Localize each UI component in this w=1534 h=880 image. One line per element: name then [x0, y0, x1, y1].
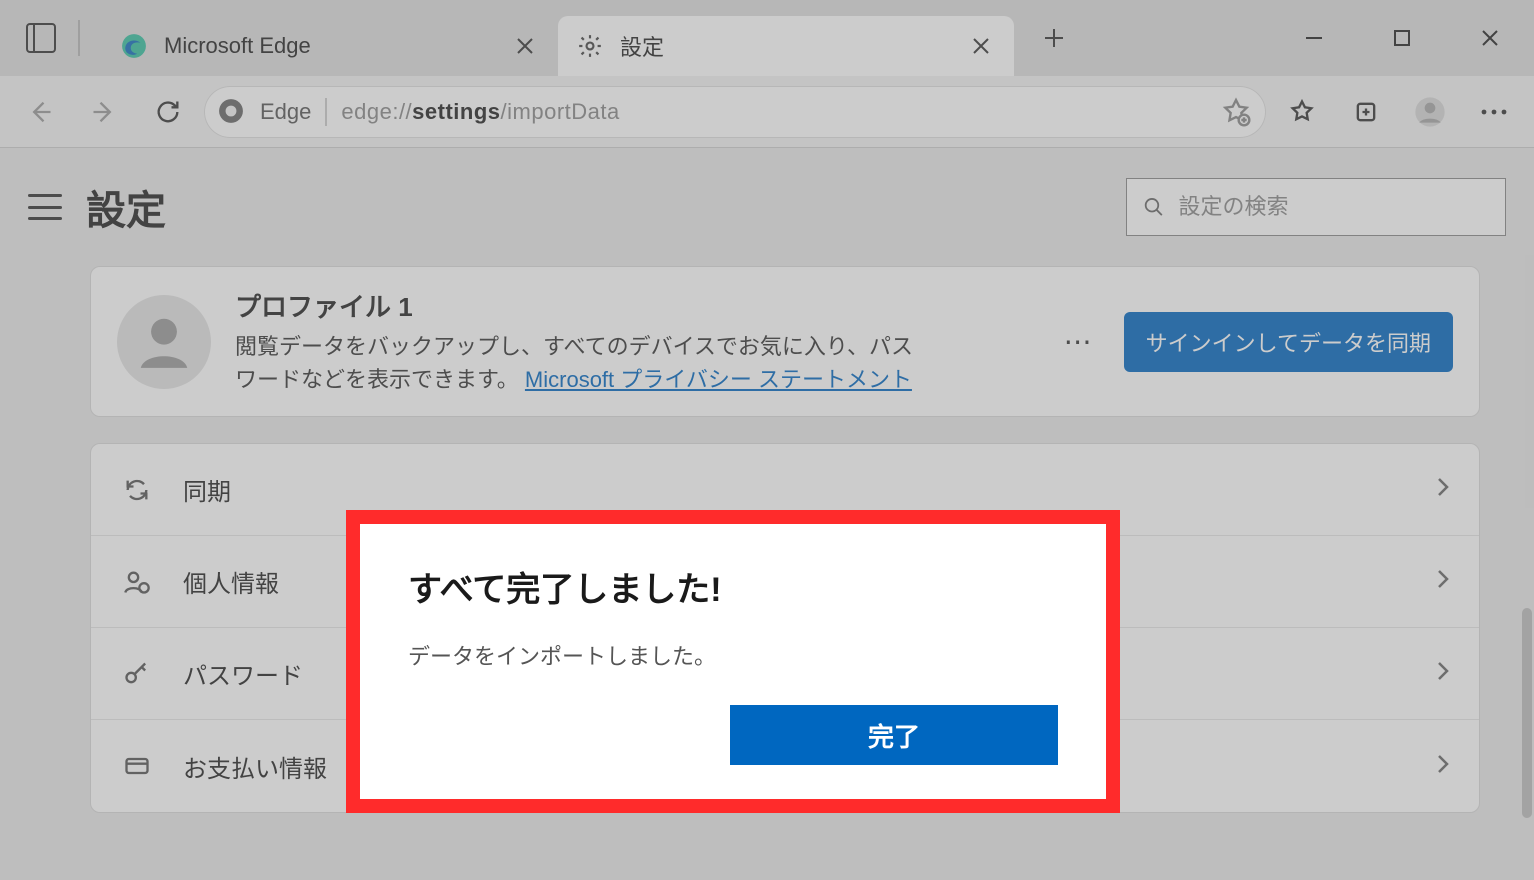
profile-card: プロファイル 1 閲覧データをバックアップし、すべてのデバイスでお気に入り、パス… — [90, 266, 1480, 417]
sync-icon — [119, 476, 155, 504]
profile-name: プロファイル 1 — [235, 287, 1032, 324]
profile-more-button[interactable]: ⋯ — [1056, 325, 1100, 358]
titlebar: Microsoft Edge 設定 — [0, 0, 1534, 76]
profile-button[interactable] — [1402, 84, 1458, 140]
edge-favicon-icon — [120, 32, 148, 60]
edge-logo-icon — [218, 98, 246, 126]
url-part-bold: settings — [412, 99, 500, 124]
favorites-button[interactable] — [1274, 84, 1330, 140]
url-part: /importData — [501, 99, 620, 124]
minimize-button[interactable] — [1270, 0, 1358, 76]
chevron-right-icon — [1435, 659, 1451, 688]
back-button[interactable] — [12, 84, 68, 140]
close-window-button[interactable] — [1446, 0, 1534, 76]
page-title: 設定 — [86, 178, 166, 236]
scrollbar[interactable] — [1522, 608, 1532, 818]
row-label: 同期 — [183, 472, 1407, 507]
forward-button[interactable] — [76, 84, 132, 140]
chevron-right-icon — [1435, 752, 1451, 781]
page-header: 設定 — [0, 148, 1534, 266]
tab-settings[interactable]: 設定 — [558, 16, 1014, 76]
new-tab-button[interactable] — [1032, 16, 1076, 60]
address-bar[interactable]: Edge edge://settings/importData — [204, 86, 1266, 138]
privacy-link[interactable]: Microsoft プライバシー ステートメント — [525, 367, 912, 392]
key-icon — [119, 660, 155, 688]
chevron-right-icon — [1435, 567, 1451, 596]
card-icon — [119, 752, 155, 780]
gear-icon — [576, 32, 604, 60]
person-icon — [119, 568, 155, 596]
window-controls — [1270, 0, 1534, 76]
dialog-body: データをインポートしました。 — [408, 639, 1058, 671]
settings-search-input[interactable] — [1179, 194, 1489, 220]
close-icon[interactable] — [510, 31, 540, 61]
separator — [325, 98, 327, 126]
maximize-button[interactable] — [1358, 0, 1446, 76]
address-url: edge://settings/importData — [341, 99, 619, 125]
done-button[interactable]: 完了 — [730, 705, 1058, 765]
hamburger-icon[interactable] — [28, 194, 62, 220]
tab-title: Microsoft Edge — [164, 33, 510, 59]
settings-search[interactable] — [1126, 178, 1506, 236]
search-icon — [1143, 195, 1165, 219]
more-button[interactable] — [1466, 84, 1522, 140]
address-prefix: Edge — [260, 99, 311, 125]
tab-actions-icon[interactable] — [26, 23, 56, 53]
refresh-button[interactable] — [140, 84, 196, 140]
close-icon[interactable] — [966, 31, 996, 61]
dialog-title: すべて完了しました! — [408, 562, 1058, 611]
avatar — [117, 295, 211, 389]
tab-edge[interactable]: Microsoft Edge — [102, 16, 558, 76]
url-part: edge:// — [341, 99, 412, 124]
favorite-add-icon[interactable] — [1220, 96, 1252, 128]
chevron-right-icon — [1435, 475, 1451, 504]
collections-button[interactable] — [1338, 84, 1394, 140]
separator — [78, 20, 80, 56]
profile-desc: 閲覧データをバックアップし、すべてのデバイスでお気に入り、パスワードなどを表示で… — [235, 330, 935, 396]
import-complete-dialog: すべて完了しました! データをインポートしました。 完了 — [346, 510, 1120, 813]
toolbar: Edge edge://settings/importData — [0, 76, 1534, 148]
tab-title: 設定 — [620, 30, 966, 62]
signin-sync-button[interactable]: サインインしてデータを同期 — [1124, 312, 1453, 372]
